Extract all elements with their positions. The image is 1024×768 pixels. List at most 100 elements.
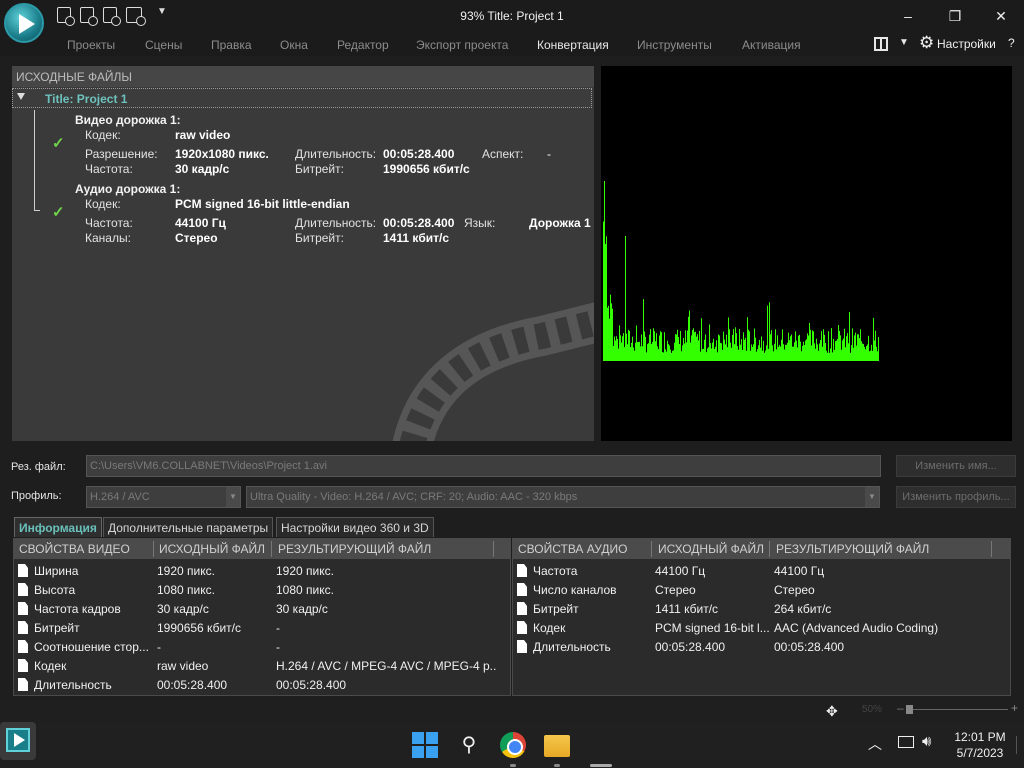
- network-icon[interactable]: [898, 736, 914, 748]
- layout-dropdown-icon[interactable]: ▼: [899, 37, 909, 48]
- result-value: 1920 пикс.: [276, 564, 334, 578]
- table-row[interactable]: Частота кадров 30 кадр/с 30 кадр/с: [14, 600, 510, 619]
- tab-additional-params[interactable]: Дополнительные параметры: [103, 517, 274, 537]
- source-value: Стерео: [655, 583, 696, 597]
- table-row[interactable]: Соотношение стор... - -: [14, 638, 510, 657]
- spectrum-bar: [621, 342, 622, 361]
- table-row[interactable]: Высота 1080 пикс. 1080 пикс.: [14, 581, 510, 600]
- zoom-in-icon[interactable]: +: [1011, 701, 1018, 715]
- column-header[interactable]: РЕЗУЛЬТИРУЮЩИЙ ФАЙЛ: [776, 542, 929, 556]
- table-row[interactable]: Ширина 1920 пикс. 1920 пикс.: [14, 562, 510, 581]
- menu-export[interactable]: Экспорт проекта: [416, 38, 508, 52]
- spectrum-bar: [827, 352, 828, 361]
- clock-date[interactable]: 5/7/2023: [946, 746, 1014, 760]
- spectrum-bar: [806, 339, 807, 361]
- menu-activation[interactable]: Активация: [742, 38, 801, 52]
- app-logo-icon[interactable]: [4, 3, 44, 43]
- settings-button[interactable]: Настройки: [937, 37, 996, 51]
- project-tree-row[interactable]: Title: Project 1: [12, 88, 592, 108]
- column-header[interactable]: СВОЙСТВА ВИДЕО: [19, 542, 130, 556]
- tray-chevron-up-icon[interactable]: ︿: [868, 734, 882, 754]
- audio-channels-label: Каналы:: [85, 231, 131, 245]
- move-icon[interactable]: ✥: [826, 703, 838, 720]
- menu-convert[interactable]: Конвертация: [537, 38, 609, 52]
- table-row[interactable]: Кодек PCM signed 16-bit l... AAC (Advanced…: [513, 619, 1010, 638]
- project-title: Title: Project 1: [45, 92, 128, 106]
- close-button[interactable]: ✕: [986, 6, 1016, 26]
- profile-format-value: H.264 / AVC: [90, 491, 150, 503]
- column-separator[interactable]: [153, 541, 154, 557]
- spectrum-bar: [663, 352, 664, 361]
- table-row[interactable]: Длительность 00:05:28.400 00:05:28.400: [513, 638, 1010, 657]
- spectrum-bar: [629, 330, 630, 361]
- zoom-out-icon[interactable]: –: [897, 701, 904, 715]
- spectrum-bar: [877, 351, 878, 361]
- volume-icon[interactable]: 🔊︎: [922, 733, 931, 750]
- tab-360-3d-settings[interactable]: Настройки видео 360 и 3D: [276, 517, 434, 537]
- search-icon[interactable]: ⚲: [456, 732, 482, 758]
- profile-preset-select: Ultra Quality - Video: H.264 / AVC; CRF:…: [246, 486, 880, 508]
- clock-time[interactable]: 12:01 PM: [946, 730, 1014, 744]
- minimize-button[interactable]: –: [893, 6, 923, 26]
- collapse-arrow-icon[interactable]: [17, 93, 25, 100]
- spectrum-bar: [759, 339, 760, 361]
- column-separator[interactable]: [651, 541, 652, 557]
- spectrum-bar: [830, 348, 831, 361]
- table-row[interactable]: Число каналов Стерео Стерео: [513, 581, 1010, 600]
- table-row[interactable]: Длительность 00:05:28.400 00:05:28.400: [14, 676, 510, 695]
- spectrum-bar: [693, 328, 694, 361]
- spectrum-bar: [612, 308, 613, 361]
- table-row[interactable]: Битрейт 1990656 кбит/с -: [14, 619, 510, 638]
- spectrum-bar: [699, 330, 700, 361]
- profile-format-select: H.264 / AVC ▼: [86, 486, 241, 508]
- spectrum-bar: [702, 349, 703, 361]
- source-value: 1990656 кбит/с: [157, 621, 241, 635]
- menu-tools[interactable]: Инструменты: [637, 38, 712, 52]
- column-header[interactable]: РЕЗУЛЬТИРУЮЩИЙ ФАЙЛ: [278, 542, 431, 556]
- help-icon[interactable]: ?: [1008, 36, 1020, 52]
- show-desktop-button[interactable]: [1016, 736, 1020, 754]
- spectrum-bar: [634, 350, 635, 361]
- taskbar: ⚲ ︿ 🔊︎ 12:01 PM 5/7/2023: [0, 722, 1024, 768]
- tab-info[interactable]: Информация: [14, 517, 102, 537]
- column-header[interactable]: ИСХОДНЫЙ ФАЙЛ: [658, 542, 764, 556]
- column-separator[interactable]: [271, 541, 272, 557]
- document-icon: [18, 564, 28, 577]
- spectrum-bar: [794, 342, 795, 361]
- gear-icon[interactable]: ⚙: [919, 34, 934, 52]
- spectrum-bar: [727, 347, 728, 361]
- spectrum-bar: [658, 349, 659, 361]
- spectrum-bar: [735, 327, 736, 361]
- spectrum-bar: [757, 349, 758, 361]
- table-row[interactable]: Частота 44100 Гц 44100 Гц: [513, 562, 1010, 581]
- spectrum-bar: [835, 341, 836, 361]
- table-row[interactable]: Битрейт 1411 кбит/с 264 кбит/с: [513, 600, 1010, 619]
- column-separator[interactable]: [493, 541, 494, 557]
- video-app-taskbar-button[interactable]: [0, 722, 36, 760]
- column-separator[interactable]: [769, 541, 770, 557]
- layout-icon[interactable]: [874, 37, 888, 51]
- menu-windows[interactable]: Окна: [280, 38, 308, 52]
- spectrum-bar: [614, 336, 615, 361]
- spectrum-bar: [736, 333, 737, 361]
- zoom-slider-track[interactable]: [906, 709, 1008, 710]
- maximize-button[interactable]: ❐: [940, 6, 970, 26]
- spectrum-bar: [670, 349, 671, 361]
- zoom-slider-handle[interactable]: [906, 705, 913, 714]
- spectrum-bar: [657, 346, 658, 361]
- menu-scenes[interactable]: Сцены: [145, 38, 182, 52]
- menu-edit[interactable]: Правка: [211, 38, 252, 52]
- column-header[interactable]: СВОЙСТВА АУДИО: [518, 542, 627, 556]
- chrome-icon[interactable]: [500, 732, 526, 758]
- spectrum-bar: [622, 336, 623, 361]
- table-row[interactable]: Кодек raw video H.264 / AVC / MPEG-4 AVC /…: [14, 657, 510, 676]
- video-aspect-value: -: [547, 147, 551, 161]
- spectrum-bar: [706, 352, 707, 361]
- windows-start-icon[interactable]: [412, 732, 438, 758]
- menu-projects[interactable]: Проекты: [67, 38, 115, 52]
- file-explorer-icon[interactable]: [544, 735, 570, 757]
- column-header[interactable]: ИСХОДНЫЙ ФАЙЛ: [159, 542, 265, 556]
- menu-editor[interactable]: Редактор: [337, 38, 389, 52]
- spectrum-bar: [784, 349, 785, 361]
- column-separator[interactable]: [991, 541, 992, 557]
